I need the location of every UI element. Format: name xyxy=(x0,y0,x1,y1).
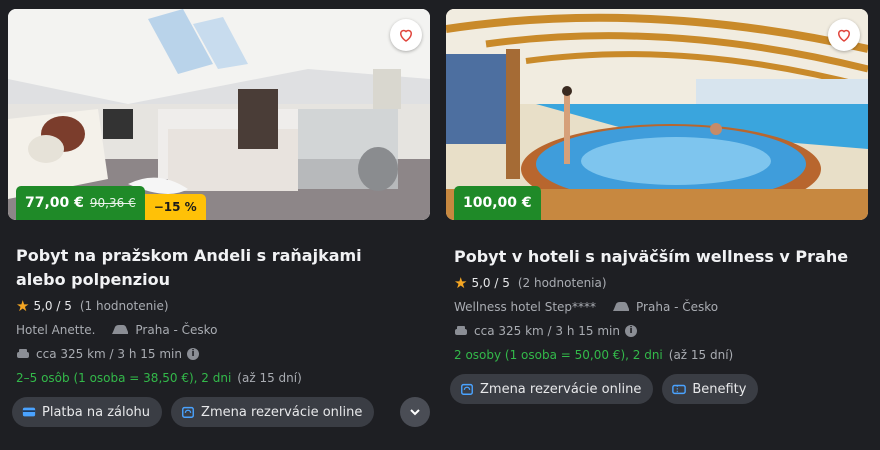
rating-value: 5,0 / 5 xyxy=(471,276,510,290)
heart-icon xyxy=(399,29,413,42)
rating-row: ★ 5,0 / 5 (2 hodnotenia) xyxy=(446,271,868,295)
offer-title[interactable]: Pobyt na pražskom Andeli s raňajkami ale… xyxy=(8,244,430,292)
price-badge: 77,00 € 90,36 € xyxy=(16,186,145,220)
feature-chips: Platba na zálohu Zmena rezervácie online xyxy=(8,397,430,427)
chip-label: Zmena rezervácie online xyxy=(480,381,642,397)
online-change-chip[interactable]: Zmena rezervácie online xyxy=(171,397,375,427)
star-icon: ★ xyxy=(16,297,30,315)
duration-text: (až 15 dní) xyxy=(237,371,302,385)
price-value: 77,00 € xyxy=(25,195,84,211)
ticket-icon xyxy=(672,384,687,395)
info-icon[interactable]: i xyxy=(186,348,199,360)
rating-value: 5,0 / 5 xyxy=(33,299,72,313)
duration-text: (až 15 dní) xyxy=(668,348,734,362)
chip-label: Zmena rezervácie online xyxy=(201,404,363,420)
hotel-room-photo[interactable]: 77,00 € 90,36 € −15 % xyxy=(8,9,430,220)
benefits-chip[interactable]: Benefity xyxy=(662,374,759,404)
info-icon[interactable]: i xyxy=(624,325,637,337)
hotel-location-row: Hotel Anette. Praha - Česko xyxy=(8,318,430,342)
offer-title[interactable]: Pobyt v hoteli s najväčším wellness v Pr… xyxy=(446,245,868,269)
card-icon xyxy=(22,407,36,417)
review-count[interactable]: (1 hodnotenie) xyxy=(80,299,169,313)
persons-text: 2–5 osôb (1 osoba = 38,50 €), 2 dni xyxy=(16,371,232,385)
persons-text: 2 osoby (1 osoba = 50,00 €), 2 dni xyxy=(454,348,663,362)
discount-badge: −15 % xyxy=(144,194,206,220)
price-value: 100,00 € xyxy=(463,195,532,211)
offer-title-line: alebo polpenziou xyxy=(16,270,170,289)
calendar-sync-icon xyxy=(182,406,194,418)
calendar-sync-icon xyxy=(461,383,473,395)
heart-icon xyxy=(837,29,851,42)
price-badge-group: 77,00 € 90,36 € −15 % xyxy=(16,186,206,220)
offer-title-line: Pobyt na pražskom Andeli s raňajkami xyxy=(16,246,362,265)
location: Praha - Česko xyxy=(636,300,719,314)
old-price: 90,36 € xyxy=(89,196,136,210)
review-count[interactable]: (2 hodnotenia) xyxy=(518,276,607,290)
hotel-location-row: Wellness hotel Step**** Praha - Česko xyxy=(446,295,868,319)
price-badge: 100,00 € xyxy=(454,186,541,220)
expand-button[interactable] xyxy=(400,397,430,427)
price-badge-group: 100,00 € xyxy=(454,186,541,220)
location: Praha - Česko xyxy=(135,323,218,337)
hotel-name: Hotel Anette. xyxy=(16,323,96,337)
distance-text: cca 325 km / 3 h 15 min xyxy=(36,347,182,361)
distance-row: cca 325 km / 3 h 15 min i xyxy=(446,319,868,343)
favorite-button[interactable] xyxy=(390,19,422,51)
favorite-button[interactable] xyxy=(828,19,860,51)
hotel-name: Wellness hotel Step**** xyxy=(454,300,597,314)
online-change-chip[interactable]: Zmena rezervácie online xyxy=(450,374,654,404)
deposit-payment-chip[interactable]: Platba na zálohu xyxy=(12,397,163,427)
offer-card[interactable]: 100,00 € Pobyt v hoteli s najväčším well… xyxy=(446,9,868,404)
road-icon xyxy=(455,326,467,335)
offer-card[interactable]: 77,00 € 90,36 € −15 % Pobyt na pražskom … xyxy=(8,9,430,427)
distance-row: cca 325 km / 3 h 15 min i xyxy=(8,342,430,366)
rating-row: ★ 5,0 / 5 (1 hodnotenie) xyxy=(8,294,430,318)
star-icon: ★ xyxy=(454,274,468,292)
hotel-pool-photo[interactable]: 100,00 € xyxy=(446,9,868,220)
feature-chips: Zmena rezervácie online Benefity xyxy=(446,374,868,404)
persons-row: 2 osoby (1 osoba = 50,00 €), 2 dni (až 1… xyxy=(446,343,868,367)
car-icon xyxy=(613,302,630,311)
car-icon xyxy=(112,325,129,334)
persons-row: 2–5 osôb (1 osoba = 38,50 €), 2 dni (až … xyxy=(8,366,430,390)
distance-text: cca 325 km / 3 h 15 min xyxy=(474,324,620,338)
offer-title-line: Pobyt v hoteli s najväčším wellness v Pr… xyxy=(454,247,849,266)
chip-label: Benefity xyxy=(692,381,747,397)
chevron-down-icon xyxy=(410,409,420,416)
chip-label: Platba na zálohu xyxy=(42,404,151,420)
road-icon xyxy=(17,349,29,358)
